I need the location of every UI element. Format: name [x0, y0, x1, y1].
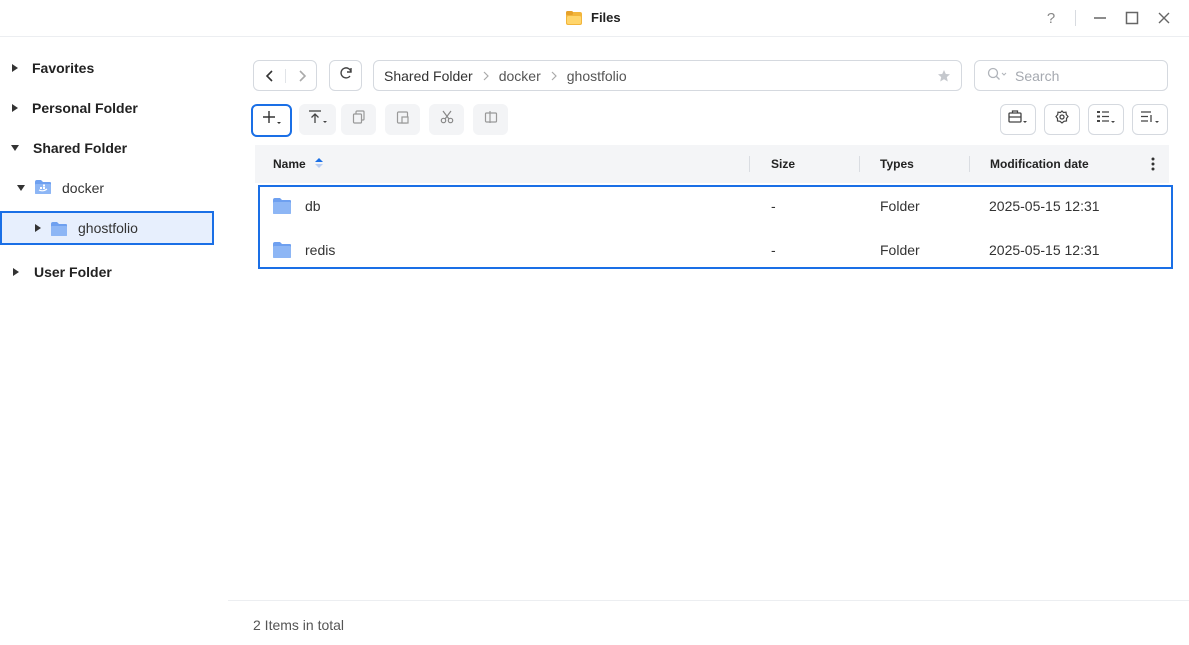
- chevron-right-icon: [551, 71, 557, 81]
- upload-button[interactable]: [299, 104, 336, 135]
- close-icon[interactable]: [1155, 9, 1173, 27]
- rename-icon: [484, 110, 498, 129]
- search-placeholder: Search: [1015, 67, 1060, 84]
- column-header-label: Name: [273, 157, 306, 171]
- sort-button[interactable]: [1132, 104, 1168, 135]
- sidebar-item-shared-folder[interactable]: Shared Folder: [0, 131, 228, 165]
- question-icon[interactable]: ?: [1042, 9, 1060, 27]
- column-divider[interactable]: [969, 156, 970, 172]
- caret-right-icon[interactable]: [11, 267, 21, 277]
- caret-down-icon[interactable]: [10, 143, 20, 153]
- paste-button[interactable]: [385, 104, 420, 135]
- gear-icon: [1055, 110, 1069, 129]
- tools-button[interactable]: [1000, 104, 1036, 135]
- maximize-icon[interactable]: [1123, 9, 1141, 27]
- search-icon: [987, 67, 1015, 84]
- column-header-name[interactable]: Name: [273, 157, 323, 171]
- breadcrumb-shared-folder[interactable]: Shared Folder: [384, 68, 473, 84]
- sidebar-item-docker[interactable]: docker: [0, 171, 228, 205]
- sidebar-item-user-folder[interactable]: User Folder: [0, 255, 228, 289]
- sidebar-item-label: Favorites: [32, 60, 95, 76]
- window-title: Files: [591, 10, 621, 25]
- path-bar[interactable]: Shared Folder docker ghostfolio: [373, 60, 962, 91]
- paste-icon: [396, 110, 410, 129]
- view-mode-button[interactable]: [1088, 104, 1124, 135]
- sidebar-item-label: Shared Folder: [33, 140, 128, 156]
- column-header-size[interactable]: Size: [771, 157, 795, 171]
- breadcrumb-docker[interactable]: docker: [499, 68, 541, 84]
- window-title-group: Files: [566, 10, 621, 25]
- column-header-modification-date[interactable]: Modification date: [990, 157, 1089, 171]
- refresh-icon: [339, 66, 353, 85]
- star-icon[interactable]: [937, 69, 951, 86]
- column-divider[interactable]: [859, 156, 860, 172]
- create-button[interactable]: [251, 104, 292, 137]
- more-vertical-icon[interactable]: [1151, 157, 1155, 174]
- item-count: 2 Items in total: [253, 617, 345, 633]
- table-header: Name Size Types Modification date: [255, 145, 1169, 183]
- chevron-right-icon: [483, 71, 489, 81]
- caret-right-icon[interactable]: [10, 103, 20, 113]
- sidebar-item-label: User Folder: [34, 264, 112, 280]
- selection-highlight: [258, 185, 1173, 269]
- settings-button[interactable]: [1044, 104, 1080, 135]
- list-view-icon: [1096, 109, 1116, 130]
- title-divider: [1075, 10, 1076, 26]
- sort-icon: [1140, 109, 1160, 130]
- main-panel: Shared Folder docker ghostfolio Search N…: [228, 38, 1189, 645]
- rename-button[interactable]: [473, 104, 508, 135]
- title-bar: Files ?: [0, 0, 1189, 37]
- sidebar: Favorites Personal Folder Shared Folder …: [0, 38, 228, 645]
- docker-folder-icon: [34, 179, 52, 198]
- caret-right-icon[interactable]: [10, 63, 20, 73]
- toolbox-icon: [1008, 109, 1028, 130]
- upload-icon: [308, 109, 328, 130]
- search-input[interactable]: Search: [974, 60, 1168, 91]
- sidebar-item-label: Personal Folder: [32, 100, 138, 116]
- chevron-left-icon[interactable]: [264, 69, 276, 88]
- status-bar: 2 Items in total: [228, 600, 1189, 645]
- sidebar-item-ghostfolio[interactable]: ghostfolio: [0, 211, 214, 245]
- copy-button[interactable]: [341, 104, 376, 135]
- sidebar-item-favorites[interactable]: Favorites: [0, 51, 228, 85]
- column-header-types[interactable]: Types: [880, 157, 914, 171]
- column-divider[interactable]: [749, 156, 750, 172]
- sidebar-item-label: ghostfolio: [78, 220, 138, 236]
- sidebar-item-personal-folder[interactable]: Personal Folder: [0, 91, 228, 125]
- svg-text:?: ?: [1047, 10, 1055, 26]
- breadcrumb-ghostfolio[interactable]: ghostfolio: [567, 68, 627, 84]
- folder-app-icon: [566, 10, 582, 25]
- chevron-right-icon[interactable]: [296, 69, 308, 88]
- copy-icon: [352, 110, 366, 129]
- refresh-button[interactable]: [329, 60, 362, 91]
- cut-button[interactable]: [429, 104, 464, 135]
- caret-down-icon[interactable]: [16, 183, 26, 193]
- folder-icon: [50, 221, 68, 240]
- sort-ascending-icon: [314, 157, 323, 171]
- scissors-icon: [440, 110, 454, 129]
- plus-icon: [262, 110, 282, 131]
- nav-divider: [285, 69, 286, 83]
- sidebar-item-label: docker: [62, 180, 105, 196]
- caret-right-icon[interactable]: [33, 223, 43, 233]
- minimize-icon[interactable]: [1091, 9, 1109, 27]
- history-nav-group: [253, 60, 317, 91]
